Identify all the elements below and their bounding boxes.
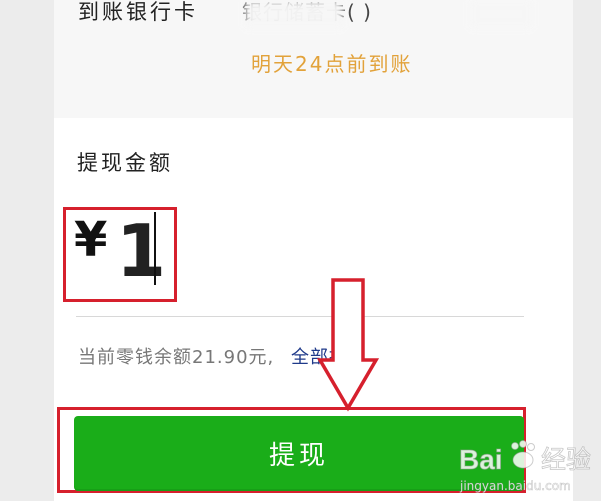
right-page-edge	[573, 0, 601, 501]
watermark-brand-suffix: 经验	[541, 445, 591, 474]
bank-card-label: 到账银行卡	[78, 0, 198, 24]
amount-divider	[76, 316, 524, 317]
withdraw-amount-input[interactable]	[116, 212, 168, 290]
current-balance-text: 当前零钱余额21.90元,	[78, 347, 275, 368]
bank-card-redaction-left	[245, 0, 343, 28]
watermark-brand: Bai	[459, 444, 503, 475]
paw-icon	[511, 440, 535, 469]
withdraw-amount-label: 提现金额	[77, 151, 173, 175]
currency-symbol: ¥	[74, 212, 108, 268]
bank-card-redaction-right	[470, 0, 532, 28]
text-caret	[154, 212, 156, 285]
left-page-edge	[0, 0, 54, 501]
watermark-site: jingyan.baidu.com	[459, 479, 571, 493]
baidu-watermark: Bai 经验 jingyan.baidu.com	[455, 432, 601, 501]
down-arrow-annotation-icon	[316, 278, 380, 416]
arrival-time-note: 明天24点前到账	[251, 52, 413, 76]
